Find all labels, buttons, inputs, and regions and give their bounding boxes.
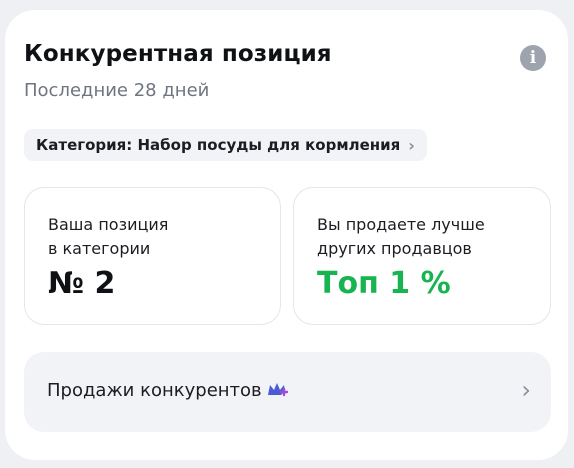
- category-selector[interactable]: Категория: Набор посуды для кормления ›: [24, 129, 427, 161]
- stat-label-line: Ваша позиция: [48, 215, 169, 234]
- card-title: Конкурентная позиция: [24, 41, 332, 67]
- stat-label: Ваша позиция в категории: [48, 213, 168, 261]
- competitive-position-card: Конкурентная позиция Последние 28 дней i…: [5, 10, 568, 460]
- info-icon[interactable]: i: [520, 45, 546, 71]
- competitor-sales-label-group: Продажи конкурентов: [47, 380, 288, 401]
- chevron-right-icon: ›: [408, 135, 415, 155]
- stat-label-line: в категории: [48, 239, 151, 258]
- competitor-sales-label: Продажи конкурентов: [47, 380, 262, 401]
- period-subtitle: Последние 28 дней: [24, 80, 210, 101]
- category-label: Категория: Набор посуды для кормления: [36, 136, 401, 154]
- position-stat-card: Ваша позиция в категории № 2: [24, 187, 281, 325]
- premium-crown-icon: [267, 382, 288, 396]
- top-percent-value: Топ 1 %: [317, 266, 451, 301]
- stat-label: Вы продаете лучше других продавцов: [317, 213, 485, 261]
- stat-label-line: других продавцов: [317, 239, 472, 258]
- chevron-right-icon: ›: [521, 376, 531, 404]
- stat-label-line: Вы продаете лучше: [317, 215, 485, 234]
- sales-rank-stat-card: Вы продаете лучше других продавцов Топ 1…: [293, 187, 551, 325]
- competitor-sales-row[interactable]: Продажи конкурентов ›: [24, 352, 551, 432]
- position-value: № 2: [48, 266, 116, 301]
